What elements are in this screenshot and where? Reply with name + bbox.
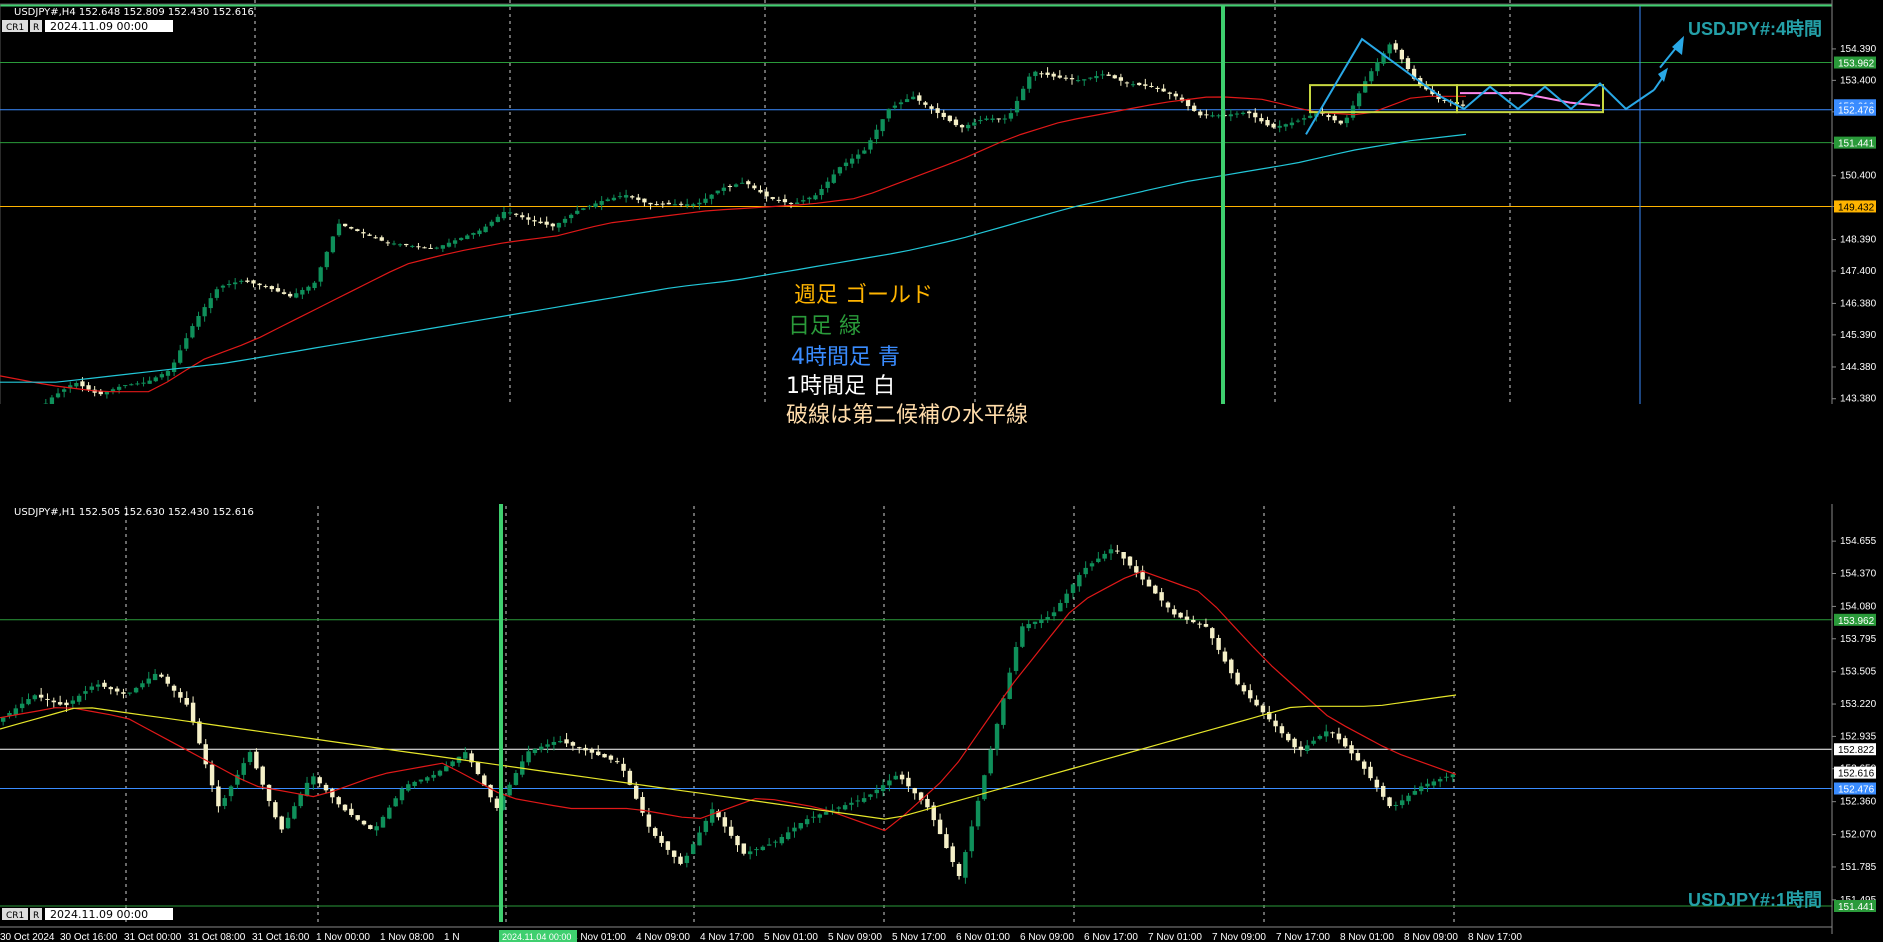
y-tick-label: 150.400 (1840, 171, 1877, 182)
price-tag-h1-level: 152.822 (1834, 743, 1876, 756)
price-tag-daily-lower: 151.441 (1834, 899, 1876, 913)
y-tick-label: 151.785 (1840, 862, 1877, 873)
svg-text:152.476: 152.476 (1838, 106, 1875, 117)
x-tick-label: 31 Oct 00:00 (124, 932, 182, 942)
x-tick-label: 30 Oct 16:00 (60, 932, 118, 942)
y-tick-label: 154.390 (1840, 44, 1877, 55)
x-tick-label: 1 Nov 08:00 (380, 932, 434, 942)
legend-weekly: 週足 ゴールド (794, 283, 933, 308)
svg-text:149.432: 149.432 (1838, 202, 1875, 213)
x-tick-label: 4 Nov 01:00 (572, 932, 626, 942)
svg-text:CR1: CR1 (6, 23, 24, 33)
chart-title: USDJPY#:1時間 (1688, 890, 1822, 910)
candle (324, 250, 329, 270)
x-tick-label: 8 Nov 01:00 (1340, 932, 1394, 942)
candle (975, 797, 981, 830)
svg-text:151.441: 151.441 (1838, 902, 1875, 913)
chart-title: USDJPY#:4時間 (1688, 19, 1822, 39)
candle (475, 761, 481, 776)
x-tick-label: 7 Nov 17:00 (1276, 932, 1330, 942)
x-tick-label: 5 Nov 01:00 (764, 932, 818, 942)
y-tick-label: 144.380 (1840, 362, 1877, 373)
svg-text:153.962: 153.962 (1838, 616, 1875, 627)
x-tick-label: 1 Nov 00:00 (316, 932, 370, 942)
svg-text:R: R (33, 23, 39, 33)
x-tick-label: 6 Nov 01:00 (956, 932, 1010, 942)
y-tick-label: 145.390 (1840, 330, 1877, 341)
chart-controls[interactable]: CR1 R 2024.11.09 00:00 (2, 908, 173, 921)
y-tick-label: 153.505 (1840, 667, 1877, 678)
x-tick-label: 8 Nov 17:00 (1468, 932, 1522, 942)
legend-h1: 1時間足 白 (786, 374, 895, 399)
candle (1153, 584, 1158, 595)
x-tick-label: 30 Oct 2024 (0, 932, 55, 942)
svg-text:152.616: 152.616 (1838, 769, 1875, 780)
marker-date-label: 2024.11.04 00:00 (499, 930, 577, 942)
y-tick-label: 152.070 (1840, 830, 1877, 841)
legend-dashed: 破線は第二候補の水平線 (786, 403, 1028, 428)
y-tick-label: 154.655 (1840, 536, 1877, 547)
x-tick-label: 31 Oct 16:00 (252, 932, 310, 942)
candle (273, 800, 278, 820)
candle (1020, 622, 1025, 649)
svg-text:152.476: 152.476 (1838, 784, 1875, 795)
svg-text:151.441: 151.441 (1838, 139, 1875, 150)
x-tick-label: 4 Nov 09:00 (636, 932, 690, 942)
price-tag-daily-upper: 153.962 (1834, 56, 1876, 70)
legend-daily: 日足 緑 (788, 314, 861, 339)
svg-text:2024.11.09 00:00: 2024.11.09 00:00 (50, 908, 148, 921)
x-tick-label: 5 Nov 09:00 (828, 932, 882, 942)
y-tick-label: 154.080 (1840, 601, 1877, 612)
x-tick-label: 4 Nov 17:00 (700, 932, 754, 942)
svg-text:2024.11.09 00:00: 2024.11.09 00:00 (50, 20, 148, 33)
svg-text:2024.11.04 00:00: 2024.11.04 00:00 (502, 932, 571, 942)
price-tag-h4-level2: 152.476 (1834, 103, 1876, 117)
legend-h4: 4時間足 青 (791, 345, 900, 370)
svg-text:CR1: CR1 (6, 911, 24, 921)
x-tick-label: 31 Oct 08:00 (188, 932, 246, 942)
y-tick-label: 154.370 (1840, 568, 1877, 579)
price-tag-close: 152.616 (1834, 766, 1876, 780)
price-tag-daily-lower: 151.441 (1834, 136, 1876, 150)
candle (982, 774, 987, 801)
svg-text:R: R (33, 911, 39, 921)
x-tick-label: 8 Nov 09:00 (1404, 932, 1458, 942)
y-tick-label: 143.380 (1840, 394, 1877, 404)
x-tick-label: 7 Nov 01:00 (1148, 932, 1202, 942)
candle (1405, 55, 1411, 72)
y-tick-label: 152.935 (1840, 731, 1877, 742)
candle (330, 236, 336, 254)
y-tick-label: 153.795 (1840, 634, 1877, 645)
candle (988, 746, 993, 776)
svg-text:152.822: 152.822 (1838, 745, 1875, 756)
y-tick-label: 153.400 (1840, 75, 1877, 86)
price-tag-daily-upper: 153.962 (1834, 613, 1876, 627)
y-tick-label: 153.220 (1840, 699, 1877, 710)
chart-header: USDJPY#,H4 152.648 152.809 152.430 152.6… (14, 7, 254, 18)
y-tick-label: 147.400 (1840, 266, 1877, 277)
candle (1178, 612, 1183, 619)
x-tick-label: 6 Nov 17:00 (1084, 932, 1138, 942)
y-tick-label: 152.360 (1840, 797, 1877, 808)
chart-controls[interactable]: CR1 R 2024.11.09 00:00 (2, 20, 173, 33)
x-tick-label: 5 Nov 17:00 (892, 932, 946, 942)
x-tick-label: 1 N (444, 932, 460, 942)
h4-chart[interactable]: USDJPY#,H4 152.648 152.809 152.430 152.6… (0, 0, 1883, 404)
chart-header: USDJPY#,H1 152.505 152.630 152.430 152.6… (14, 507, 254, 518)
x-tick-label: 6 Nov 09:00 (1020, 932, 1074, 942)
candle (602, 753, 607, 758)
candle (380, 815, 386, 828)
price-tag-weekly-level: 149.432 (1834, 200, 1876, 213)
candle (368, 824, 373, 830)
h1-chart[interactable]: USDJPY#,H1 152.505 152.630 152.430 152.6… (0, 504, 1883, 942)
y-tick-label: 146.380 (1840, 298, 1877, 309)
svg-text:153.962: 153.962 (1838, 59, 1875, 70)
price-tag-h4-level: 152.476 (1834, 782, 1876, 795)
y-tick-label: 148.390 (1840, 235, 1877, 246)
x-tick-label: 7 Nov 09:00 (1212, 932, 1266, 942)
